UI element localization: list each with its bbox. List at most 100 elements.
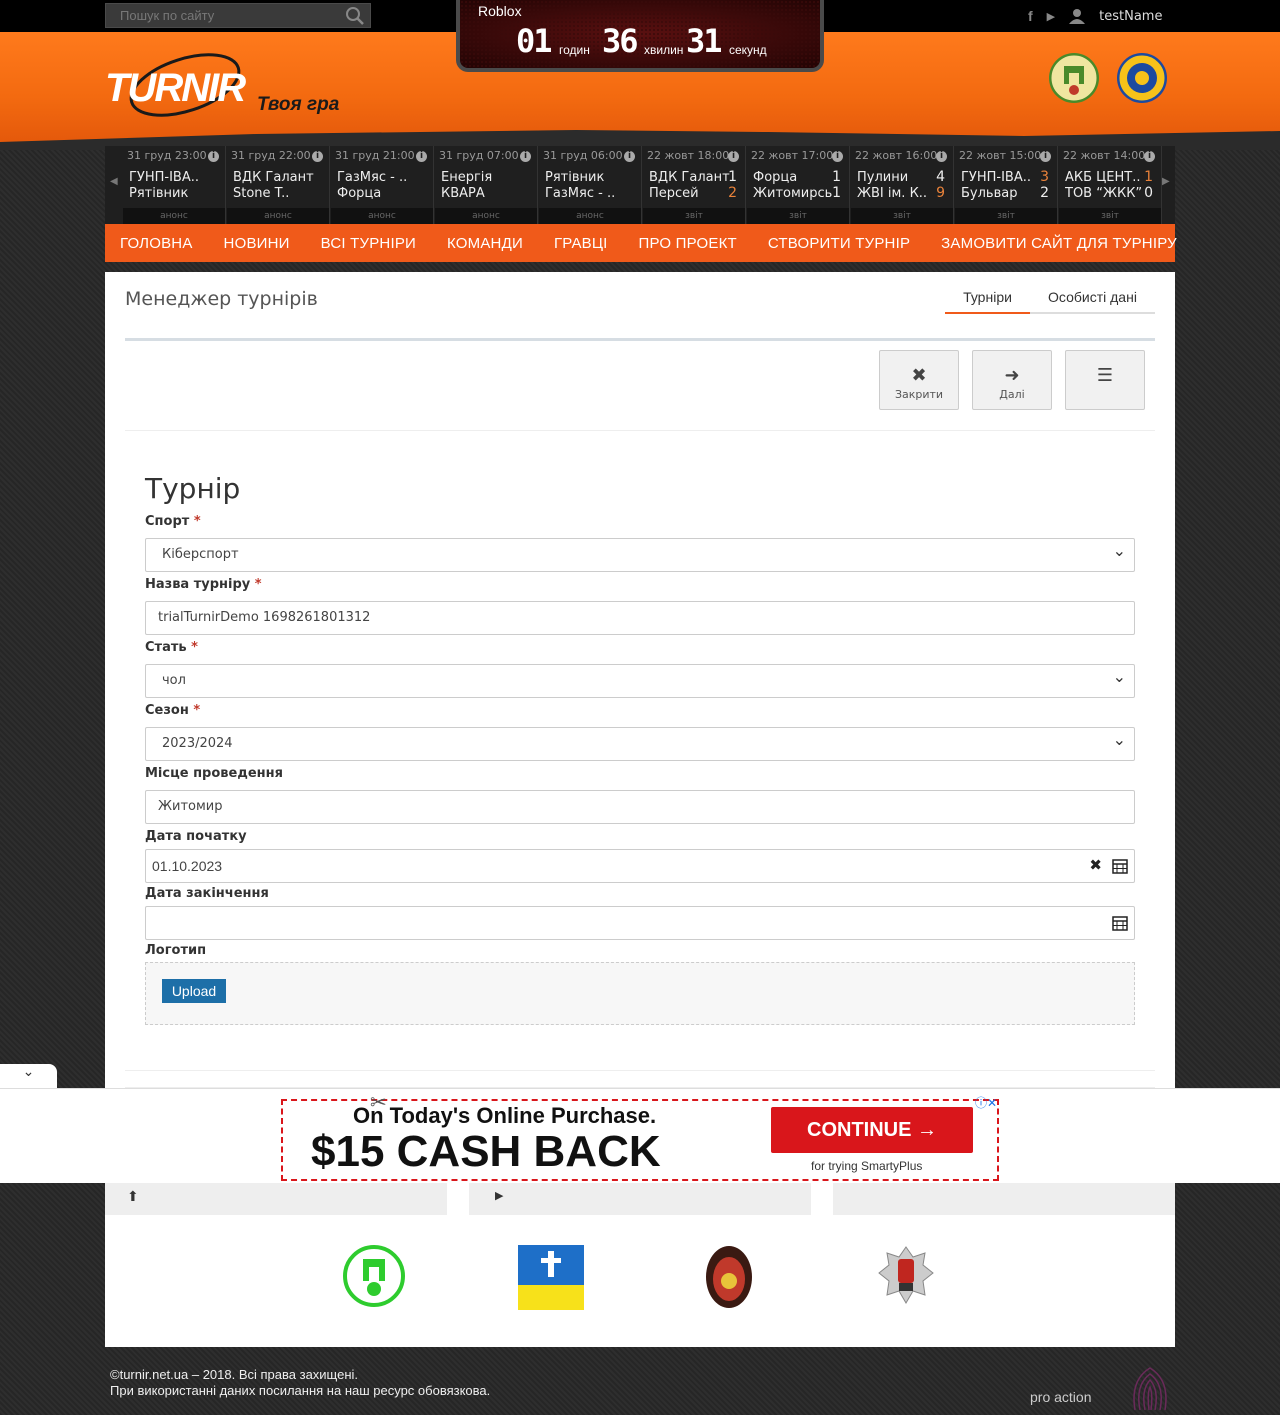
- calendar-icon[interactable]: [1112, 915, 1128, 931]
- partner-logo-1[interactable]: [343, 1245, 405, 1307]
- youtube-icon[interactable]: ▶: [1047, 10, 1055, 23]
- strip-prev-arrow[interactable]: ◀: [110, 176, 118, 187]
- arrow-right-icon: ➜: [1004, 365, 1020, 386]
- match-team-1: Рятівник: [545, 170, 605, 185]
- countdown-minutes-label: хвилин: [644, 43, 684, 57]
- user-name[interactable]: testName: [1099, 9, 1162, 24]
- search-box: [105, 3, 371, 28]
- club-badge-1[interactable]: [1049, 53, 1099, 103]
- info-icon[interactable]: i: [312, 151, 323, 162]
- tournament-name-input[interactable]: trialTurnirDemo 1698261801312: [145, 601, 1135, 635]
- nav-item[interactable]: ПРО ПРОЕКТ: [639, 235, 737, 252]
- partner-logo-2[interactable]: [518, 1245, 584, 1310]
- menu-button[interactable]: ☰: [1065, 350, 1145, 410]
- match-card[interactable]: 22 жовт 18:00 i ВДК Галант Персей 1 2 звіт: [643, 146, 746, 224]
- match-card[interactable]: 31 груд 22:00 i ВДК Галант Stone T.. анонс: [227, 146, 330, 224]
- nav-item[interactable]: КОМАНДИ: [447, 235, 523, 252]
- match-card[interactable]: 31 груд 07:00 i Енергія КВАРА анонс: [435, 146, 538, 224]
- start-date-field[interactable]: 01.10.2023 ✖: [145, 849, 1135, 883]
- match-date: 22 жовт 18:00: [647, 149, 730, 162]
- close-icon: ✖: [911, 365, 927, 386]
- match-card[interactable]: 31 груд 23:00 i ГУНП-ІВА.. Рятівник анонс: [123, 146, 226, 224]
- tab-tournaments[interactable]: Турніри: [945, 286, 1030, 314]
- upload-button[interactable]: Upload: [162, 979, 226, 1003]
- main-nav: ГОЛОВНА НОВИНИ ВСІ ТУРНІРИ КОМАНДИ ГРАВЦІ ПРО…: [105, 224, 1177, 262]
- ad-line-2: $15 CASH BACK: [311, 1127, 661, 1176]
- match-team-2: Форца: [337, 186, 382, 201]
- match-score-2: 2: [1040, 185, 1049, 201]
- info-icon[interactable]: i: [936, 151, 947, 162]
- ad-coupon[interactable]: On Today's Online Purchase. $15 CASH BAC…: [281, 1099, 999, 1181]
- nav-item[interactable]: ГОЛОВНА: [120, 235, 193, 252]
- calendar-icon[interactable]: [1112, 858, 1128, 874]
- match-footer-link[interactable]: анонс: [227, 208, 329, 224]
- nav-item[interactable]: СТВОРИТИ ТУРНІР: [768, 235, 910, 252]
- clear-date-icon[interactable]: ✖: [1089, 850, 1102, 882]
- match-footer-link[interactable]: анонс: [539, 208, 641, 224]
- ad-collapse-tab[interactable]: ⌄: [0, 1064, 57, 1090]
- match-footer-link[interactable]: анонс: [331, 208, 433, 224]
- match-date: 31 груд 22:00: [231, 149, 311, 162]
- match-footer-link[interactable]: звіт: [643, 208, 745, 224]
- tabs: Турніри Особисті дані: [945, 286, 1155, 314]
- search-input[interactable]: [106, 4, 336, 27]
- season-select[interactable]: 2023/2024: [145, 724, 1135, 761]
- end-date-field[interactable]: [145, 906, 1135, 940]
- info-icon[interactable]: i: [416, 151, 427, 162]
- match-footer-link[interactable]: звіт: [1059, 208, 1161, 224]
- match-footer-link[interactable]: анонс: [435, 208, 537, 224]
- match-card[interactable]: 31 груд 06:00 i Рятівник ГазМяс - .. анонс: [539, 146, 642, 224]
- match-card[interactable]: 22 жовт 16:00 i Пулини ЖВІ ім. К.. 4 9 звіт: [851, 146, 954, 224]
- info-icon[interactable]: i: [208, 151, 219, 162]
- close-button[interactable]: ✖ Закрити: [879, 350, 959, 410]
- end-date-label: Дата закінчення: [145, 886, 269, 901]
- ad-continue-button[interactable]: CONTINUE →: [771, 1107, 973, 1153]
- match-card[interactable]: 22 жовт 17:00 i Форца Житомирсь 1 1 звіт: [747, 146, 850, 224]
- info-icon[interactable]: i: [1040, 151, 1051, 162]
- match-footer-link[interactable]: звіт: [747, 208, 849, 224]
- info-icon[interactable]: i: [520, 151, 531, 162]
- next-button[interactable]: ➜ Далі: [972, 350, 1052, 410]
- info-box: [833, 1180, 1175, 1215]
- gender-select[interactable]: чол: [145, 661, 1135, 698]
- match-team-2: Stone T..: [233, 186, 290, 201]
- main-panel: Менеджер турнірів Турніри Особисті дані …: [105, 272, 1175, 1347]
- match-score-1: 3: [1040, 169, 1049, 185]
- logo-dropzone[interactable]: Upload: [145, 962, 1135, 1025]
- tab-personal-data[interactable]: Особисті дані: [1030, 286, 1155, 314]
- venue-input[interactable]: Житомир: [145, 790, 1135, 824]
- share-box[interactable]: ⬆: [105, 1180, 447, 1215]
- nav-item[interactable]: ГРАВЦІ: [554, 235, 608, 252]
- nav-item[interactable]: ВСІ ТУРНІРИ: [321, 235, 416, 252]
- facebook-icon[interactable]: f: [1028, 8, 1033, 24]
- user-icon[interactable]: [1069, 8, 1086, 24]
- match-card[interactable]: 31 груд 21:00 i ГазМяс - .. Форца анонс: [331, 146, 434, 224]
- search-icon[interactable]: [344, 6, 366, 26]
- sport-select[interactable]: Кіберспорт: [145, 535, 1135, 572]
- nav-item[interactable]: НОВИНИ: [224, 235, 290, 252]
- info-icon[interactable]: i: [624, 151, 635, 162]
- partner-logo-3[interactable]: [705, 1245, 753, 1309]
- ad-banner[interactable]: On Today's Online Purchase. $15 CASH BAC…: [0, 1088, 1280, 1183]
- match-team-2: ГазМяс - ..: [545, 186, 616, 201]
- match-footer-link[interactable]: звіт: [851, 208, 953, 224]
- match-date: 31 груд 06:00: [543, 149, 623, 162]
- nav-item[interactable]: ЗАМОВИТИ САЙТ ДЛЯ ТУРНІРУ: [941, 235, 1177, 252]
- site-logo[interactable]: TURNIR: [105, 50, 250, 120]
- credit-logo[interactable]: pro action: [1030, 1389, 1091, 1405]
- info-icon[interactable]: i: [832, 151, 843, 162]
- club-badge-2[interactable]: [1117, 53, 1167, 103]
- ad-close-icon[interactable]: ⓘ✕: [975, 1094, 997, 1111]
- info-icon[interactable]: i: [728, 151, 739, 162]
- match-footer-link[interactable]: звіт: [955, 208, 1057, 224]
- match-footer-link[interactable]: анонс: [123, 208, 225, 224]
- countdown-timer: Roblox 01 годин 36 хвилин 31 секунд: [456, 0, 824, 72]
- info-icon[interactable]: i: [1144, 151, 1155, 162]
- strip-next-arrow[interactable]: ▶: [1162, 176, 1170, 187]
- match-card[interactable]: 22 жовт 14:00 i АКБ ЦЕНТ.. ТОВ “ЖКК” 1 0 звіт: [1059, 146, 1162, 224]
- video-box[interactable]: ▶: [469, 1180, 811, 1215]
- match-card[interactable]: 22 жовт 15:00 i ГУНП-ІВА.. Бульвар 3 2 звіт: [955, 146, 1058, 224]
- footer-copyright: ©turnir.net.ua – 2018. Всі права захищен…: [110, 1367, 359, 1382]
- partner-logo-4[interactable]: [877, 1245, 935, 1307]
- top-icons: f ▶ testName: [1028, 6, 1162, 26]
